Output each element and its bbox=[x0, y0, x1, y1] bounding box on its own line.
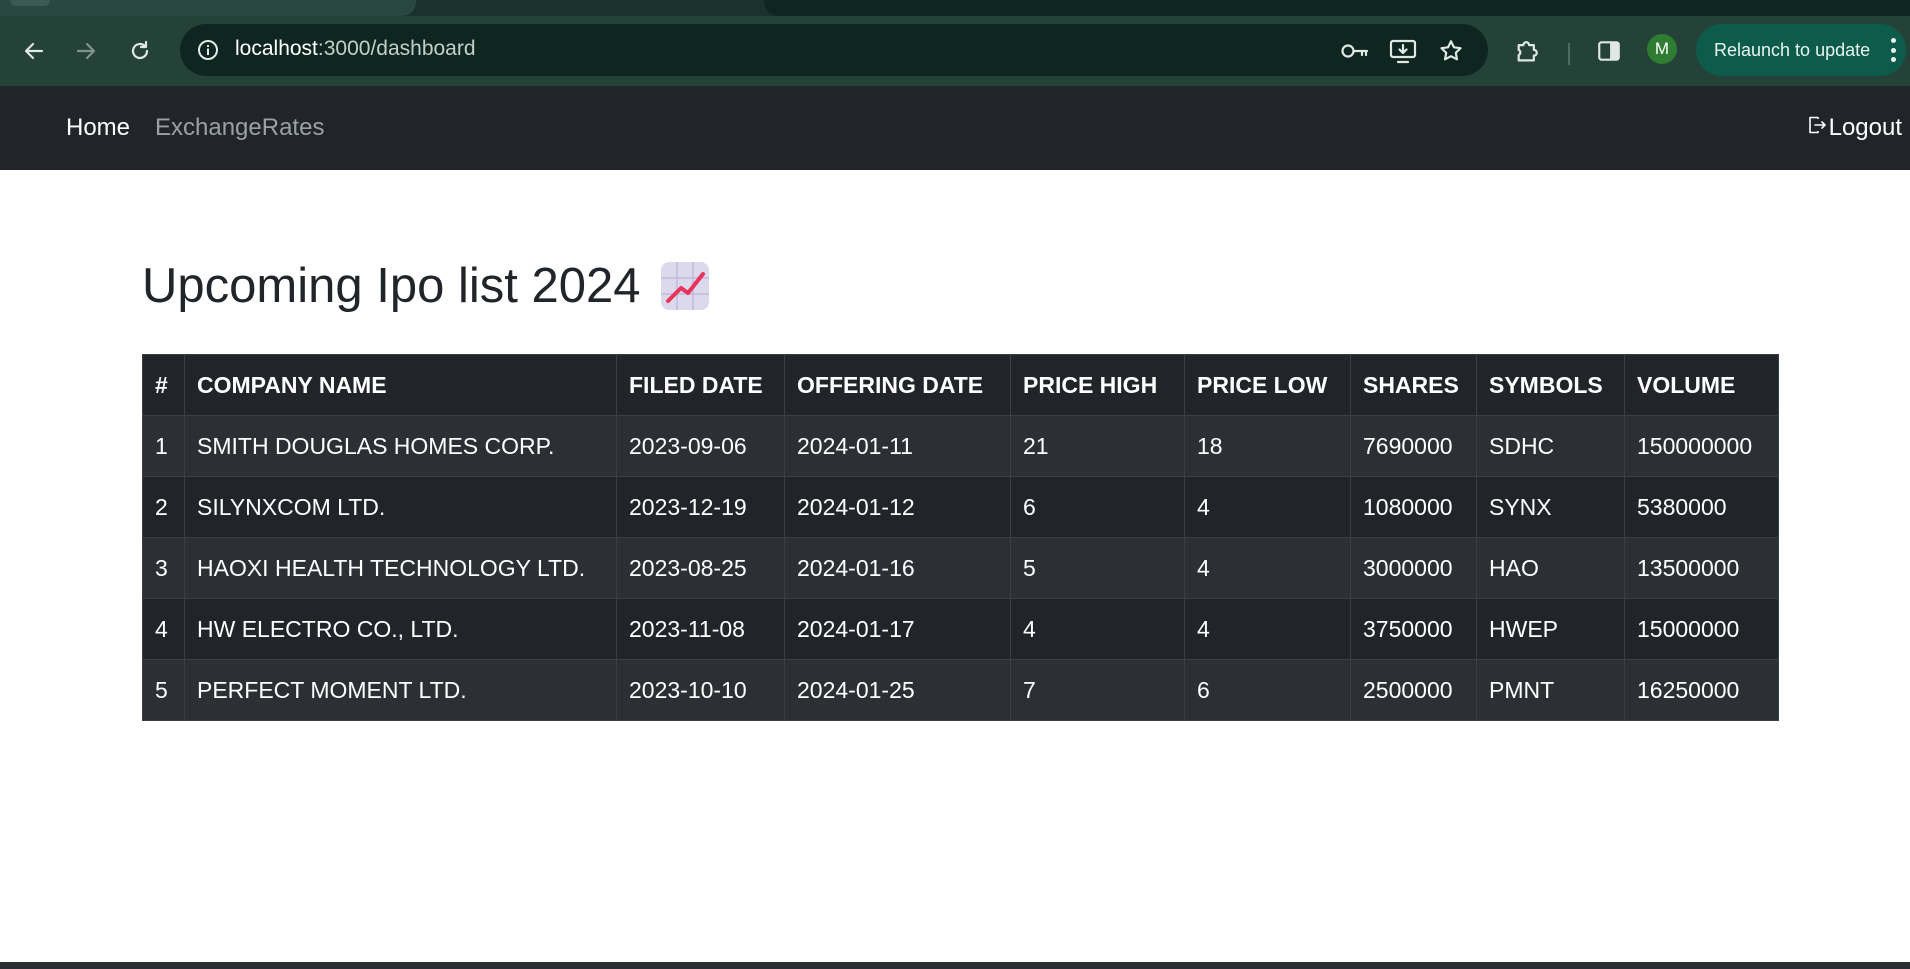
url-host: localhost bbox=[235, 37, 318, 60]
table-cell: 4 bbox=[1184, 598, 1351, 660]
table-row: 3 HAOXI HEALTH TECHNOLOGY LTD. 2023-08-2… bbox=[142, 537, 1779, 599]
column-header: PRICE HIGH bbox=[1010, 354, 1185, 416]
page-title-text: Upcoming Ipo list 2024 bbox=[142, 259, 641, 313]
logout-icon bbox=[1807, 114, 1829, 142]
info-icon[interactable] bbox=[194, 36, 222, 64]
side-panel-icon[interactable] bbox=[1593, 35, 1625, 67]
table-cell: 150000000 bbox=[1624, 415, 1779, 477]
table-cell: 5 bbox=[142, 659, 185, 721]
table-row: 4 HW ELECTRO CO., LTD. 2023-11-08 2024-0… bbox=[142, 598, 1779, 660]
table-cell: SILYNXCOM LTD. bbox=[184, 476, 617, 538]
table-row: 1 SMITH DOUGLAS HOMES CORP. 2023-09-06 2… bbox=[142, 415, 1779, 477]
table-cell: 5380000 bbox=[1624, 476, 1779, 538]
table-cell: 2024-01-25 bbox=[784, 659, 1011, 721]
table-cell: 4 bbox=[142, 598, 185, 660]
table-cell: 2023-09-06 bbox=[616, 415, 785, 477]
tab-stub bbox=[10, 0, 50, 6]
nav-exchange-rates-link[interactable]: ExchangeRates bbox=[155, 114, 324, 142]
tab-strip bbox=[0, 0, 1910, 16]
url-text[interactable]: localhost:3000/dashboard bbox=[235, 37, 476, 61]
logout-button[interactable]: Logout bbox=[1807, 114, 1902, 142]
column-header: FILED DATE bbox=[616, 354, 785, 416]
table-cell: 7 bbox=[1010, 659, 1185, 721]
table-cell: 7690000 bbox=[1350, 415, 1477, 477]
browser-tab[interactable] bbox=[0, 0, 416, 16]
more-menu-icon[interactable] bbox=[1890, 38, 1896, 62]
browser-toolbar: localhost:3000/dashboard bbox=[0, 16, 1910, 86]
table-cell: 1080000 bbox=[1350, 476, 1477, 538]
column-header: # bbox=[142, 354, 185, 416]
table-header-row: # COMPANY NAME FILED DATE OFFERING DATE … bbox=[142, 354, 1779, 416]
ipo-table: # COMPANY NAME FILED DATE OFFERING DATE … bbox=[142, 354, 1779, 721]
table-row: 2 SILYNXCOM LTD. 2023-12-19 2024-01-12 6… bbox=[142, 476, 1779, 538]
table-cell: 1 bbox=[142, 415, 185, 477]
table-cell: 2024-01-12 bbox=[784, 476, 1011, 538]
table-row: 5 PERFECT MOMENT LTD. 2023-10-10 2024-01… bbox=[142, 659, 1779, 721]
table-cell: 3 bbox=[142, 537, 185, 599]
star-icon[interactable] bbox=[1436, 36, 1466, 66]
column-header: COMPANY NAME bbox=[184, 354, 617, 416]
toolbar-divider bbox=[1568, 43, 1570, 65]
table-cell: 2023-08-25 bbox=[616, 537, 785, 599]
back-button[interactable] bbox=[14, 31, 54, 71]
table-cell: HW ELECTRO CO., LTD. bbox=[184, 598, 617, 660]
table-cell: 2024-01-17 bbox=[784, 598, 1011, 660]
table-cell: 13500000 bbox=[1624, 537, 1779, 599]
table-cell: 6 bbox=[1184, 659, 1351, 721]
table-cell: 16250000 bbox=[1624, 659, 1779, 721]
browser-chrome: localhost:3000/dashboard M Relaunch to u… bbox=[0, 0, 1910, 86]
table-cell: 18 bbox=[1184, 415, 1351, 477]
table-cell: 21 bbox=[1010, 415, 1185, 477]
table-cell: 6 bbox=[1010, 476, 1185, 538]
column-header: PRICE LOW bbox=[1184, 354, 1351, 416]
table-cell: 3000000 bbox=[1350, 537, 1477, 599]
arrow-right-icon bbox=[74, 39, 98, 63]
install-app-icon[interactable] bbox=[1388, 36, 1418, 66]
table-cell: 4 bbox=[1010, 598, 1185, 660]
nav-home-link[interactable]: Home bbox=[66, 114, 130, 142]
relaunch-button[interactable]: Relaunch to update bbox=[1696, 24, 1906, 76]
column-header: VOLUME bbox=[1624, 354, 1779, 416]
table-cell: 2023-10-10 bbox=[616, 659, 785, 721]
table-cell: SDHC bbox=[1476, 415, 1625, 477]
page-title: Upcoming Ipo list 2024 bbox=[142, 258, 710, 314]
puzzle-icon[interactable] bbox=[1512, 35, 1544, 67]
table-cell: HAOXI HEALTH TECHNOLOGY LTD. bbox=[184, 537, 617, 599]
table-cell: SYNX bbox=[1476, 476, 1625, 538]
relaunch-label: Relaunch to update bbox=[1714, 39, 1871, 60]
table-cell: 4 bbox=[1184, 537, 1351, 599]
logout-label: Logout bbox=[1828, 114, 1902, 141]
table-cell: 4 bbox=[1184, 476, 1351, 538]
url-path: :3000/dashboard bbox=[317, 37, 476, 60]
table-cell: SMITH DOUGLAS HOMES CORP. bbox=[184, 415, 617, 477]
table-cell: 3750000 bbox=[1350, 598, 1477, 660]
chart-increasing-icon bbox=[660, 261, 710, 311]
bottom-edge bbox=[0, 962, 1910, 969]
table-cell: PMNT bbox=[1476, 659, 1625, 721]
column-header: SHARES bbox=[1350, 354, 1477, 416]
table-cell: 2500000 bbox=[1350, 659, 1477, 721]
reload-button[interactable] bbox=[120, 31, 160, 71]
table-cell: 15000000 bbox=[1624, 598, 1779, 660]
reload-icon bbox=[128, 39, 152, 63]
forward-button[interactable] bbox=[66, 31, 106, 71]
key-icon[interactable] bbox=[1340, 36, 1370, 66]
column-header: OFFERING DATE bbox=[784, 354, 1011, 416]
table-cell: 2024-01-11 bbox=[784, 415, 1011, 477]
arrow-left-icon bbox=[22, 39, 46, 63]
profile-avatar[interactable]: M bbox=[1647, 34, 1677, 64]
table-cell: 2 bbox=[142, 476, 185, 538]
browser-tab-inactive[interactable] bbox=[764, 0, 1910, 16]
table-cell: HWEP bbox=[1476, 598, 1625, 660]
address-bar[interactable]: localhost:3000/dashboard bbox=[180, 24, 1488, 76]
column-header: SYMBOLS bbox=[1476, 354, 1625, 416]
table-cell: PERFECT MOMENT LTD. bbox=[184, 659, 617, 721]
table-cell: 2023-12-19 bbox=[616, 476, 785, 538]
table-cell: 5 bbox=[1010, 537, 1185, 599]
table-cell: 2024-01-16 bbox=[784, 537, 1011, 599]
table-cell: HAO bbox=[1476, 537, 1625, 599]
table-cell: 2023-11-08 bbox=[616, 598, 785, 660]
app-navbar: Home ExchangeRates Logout bbox=[0, 86, 1910, 170]
